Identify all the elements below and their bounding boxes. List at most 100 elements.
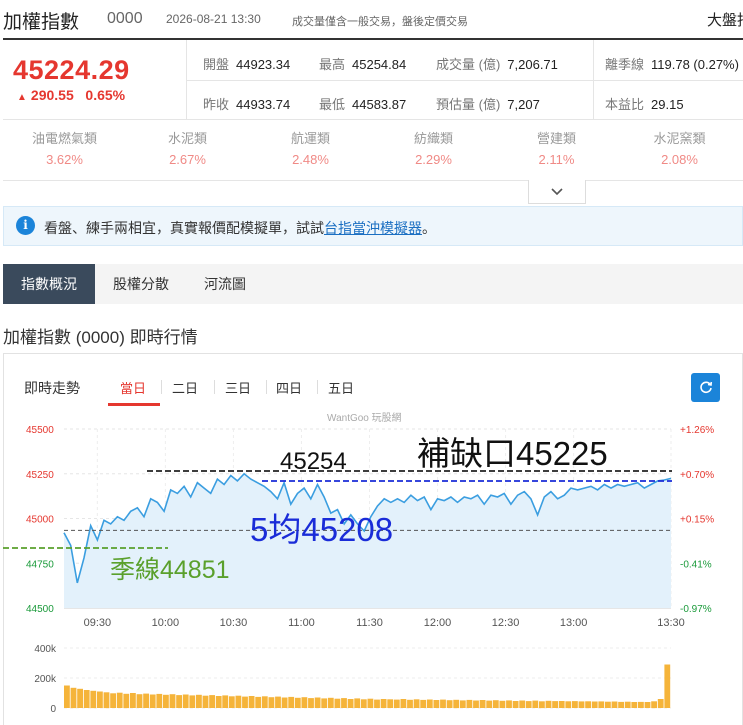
volume-bar <box>532 700 539 708</box>
x-tick-label: 09:30 <box>84 617 112 629</box>
volume-bar <box>539 701 545 709</box>
volume-bar <box>281 697 288 708</box>
volume-bar <box>657 699 664 708</box>
price-chart: 45500 +1.26% 45250 +0.70% 45000 +0.15% 44750 -0… <box>3 425 714 715</box>
volume-bar <box>565 701 572 709</box>
volume-bar <box>473 700 479 708</box>
volume-bar <box>116 692 123 708</box>
volume-bar <box>182 694 189 708</box>
volume-bar <box>506 700 512 708</box>
volume-bar <box>149 694 156 708</box>
volume-bar <box>433 700 440 708</box>
volume-bar <box>83 690 90 708</box>
volume-bar <box>446 700 453 708</box>
volume-bar <box>374 699 380 708</box>
volume-bar <box>605 701 611 708</box>
volume-bar <box>334 698 341 708</box>
volume-bar <box>545 700 552 708</box>
volume-bar <box>123 693 130 709</box>
volume-bar <box>585 701 591 709</box>
x-tick-label: 11:30 <box>356 617 383 629</box>
volume-bar <box>189 695 196 708</box>
volume-bar <box>301 697 308 708</box>
volume-bar <box>294 697 301 708</box>
volume-bar <box>327 697 334 708</box>
volume-bar <box>552 701 558 708</box>
volume-bar <box>110 693 116 708</box>
volume-tick-label: 400k <box>34 644 57 655</box>
volume-bar <box>156 693 163 708</box>
volume-bar <box>578 701 585 708</box>
volume-bar <box>275 696 281 708</box>
volume-bar <box>407 699 413 709</box>
volume-bar <box>360 699 367 708</box>
volume-bar <box>314 697 321 708</box>
x-tick-label: 11:00 <box>288 617 315 629</box>
x-tick-label: 12:00 <box>424 617 452 629</box>
volume-bar <box>525 701 532 708</box>
volume-bar <box>64 685 70 708</box>
volume-bar <box>611 701 618 708</box>
volume-bar <box>558 701 565 708</box>
volume-bar <box>466 699 473 708</box>
volume-bar <box>380 699 387 708</box>
volume-tick-label: 200k <box>34 674 57 685</box>
volume-bar <box>169 694 176 708</box>
volume-tick-label: 0 <box>50 704 56 715</box>
volume-bar <box>644 702 651 708</box>
volume-bar <box>222 695 229 708</box>
volume-bar <box>268 697 275 708</box>
annotation-high: 45254 <box>280 448 347 475</box>
volume-bar <box>347 699 354 708</box>
volume-bar <box>209 695 215 708</box>
volume-bar <box>202 695 209 708</box>
volume-bar <box>664 664 671 708</box>
y-tick-label: 45000 <box>26 515 54 526</box>
volume-bar <box>499 700 506 708</box>
annotation-gap-fill: 補缺口45225 <box>417 435 608 472</box>
volume-bar <box>288 696 295 708</box>
volume-bar <box>631 702 638 708</box>
y-tick-label: 45500 <box>26 425 54 436</box>
volume-bar <box>235 695 242 708</box>
y-tick-label-right: -0.97% <box>680 604 712 615</box>
x-tick-label: 13:30 <box>657 617 685 629</box>
volume-bar <box>591 701 598 708</box>
x-tick-label: 12:30 <box>492 617 520 629</box>
x-tick-label: 13:00 <box>560 617 588 629</box>
volume-bar <box>176 695 182 708</box>
volume-bar <box>341 698 347 708</box>
y-tick-label: 44500 <box>26 604 54 615</box>
volume-bar <box>90 690 97 709</box>
volume-bar <box>196 694 202 708</box>
y-tick-label-right: +0.15% <box>680 515 714 526</box>
volume-bar <box>638 701 644 708</box>
x-tick-label: 10:00 <box>152 617 180 629</box>
volume-bar <box>228 696 235 708</box>
y-tick-label: 44750 <box>26 559 54 570</box>
volume-bar <box>321 698 328 708</box>
volume-bar <box>598 701 605 708</box>
y-tick-label: 45250 <box>26 470 54 481</box>
annotation-ma5: 5均45208 <box>250 511 393 548</box>
volume-bar <box>163 694 169 708</box>
volume-bar <box>618 701 624 708</box>
volume-bar <box>77 688 83 708</box>
annotation-quarter-line: 季線44851 <box>110 556 230 584</box>
volume-bar <box>103 692 110 709</box>
volume-bar <box>512 701 519 708</box>
volume-bar <box>143 693 149 708</box>
volume-bar <box>130 693 136 708</box>
volume-bar <box>624 701 631 708</box>
volume-bar <box>242 696 248 708</box>
volume-bar <box>479 700 486 708</box>
volume-bar <box>413 699 420 708</box>
volume-bar <box>426 699 433 708</box>
y-tick-label-right: -0.41% <box>680 559 712 570</box>
volume-bar <box>440 699 446 708</box>
volume-bar <box>255 696 262 708</box>
volume-bar <box>70 687 77 709</box>
volume-bar <box>367 698 374 708</box>
volume-bar <box>572 701 578 708</box>
volume-bar <box>308 698 314 708</box>
